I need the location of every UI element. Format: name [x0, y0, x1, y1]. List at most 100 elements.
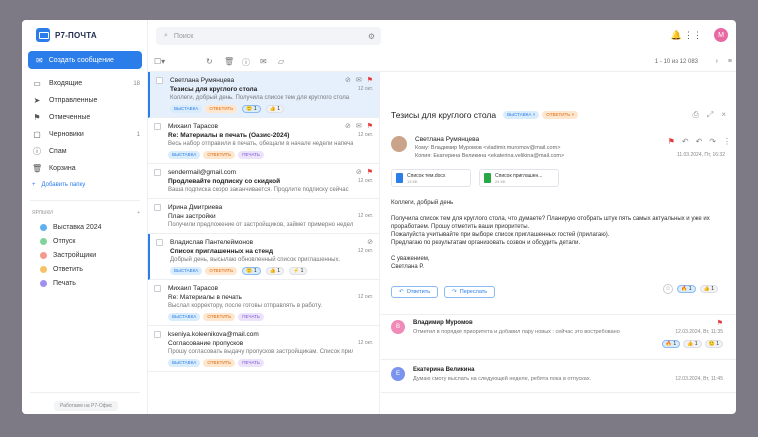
bell-icon[interactable]: 🔔 [671, 30, 682, 41]
sidebar-item-label: Спам [49, 148, 67, 155]
message-preview: Выслал корректору, после готовы отправля… [168, 303, 322, 309]
sender-name[interactable]: Светлана Румянцева [415, 136, 479, 143]
spam-icon[interactable]: ⓘ [242, 57, 250, 68]
message-preview: Получили предложение от застройщиков, за… [168, 222, 353, 228]
reading-toolbar: ⎙ ⤢ × [693, 110, 726, 120]
folder-icon[interactable]: ▱ [278, 57, 284, 66]
attachment-item[interactable]: Список приглашен... 24 КБ [479, 169, 559, 187]
row-checkbox[interactable] [154, 331, 161, 338]
flag-icon[interactable]: ⚑ [717, 319, 723, 327]
label-item[interactable]: Ответить [40, 262, 102, 276]
add-folder-button[interactable]: + Добавить папку [32, 182, 85, 188]
row-checkbox[interactable] [154, 123, 161, 130]
label-text: Застройщики [53, 251, 97, 259]
flag-icon[interactable]: ⚑ [367, 168, 373, 176]
tag: ОТВЕТИТЬ [203, 151, 236, 159]
flag-icon[interactable]: ⚑ [367, 76, 373, 84]
envelope-icon[interactable]: ✉ [356, 122, 362, 130]
message-sender: Владислав Пантелеймонов [170, 239, 254, 246]
label-color-dot [40, 237, 47, 245]
row-checkbox[interactable] [154, 204, 161, 211]
unread-count: 18 [133, 80, 140, 87]
recipient-line: Кому: Владимир Муромов <vladimir.muromov… [415, 145, 561, 151]
row-checkbox[interactable] [154, 169, 161, 176]
thread-reactions: 🔥 1 👍 1 🙂 1 [660, 340, 723, 348]
message-subject: Продлевайте подписку со скидкой [168, 178, 281, 185]
reaction-chip[interactable]: 🙂 1 [704, 340, 723, 348]
envelope-icon[interactable]: ✉ [356, 76, 362, 84]
divider [381, 359, 736, 360]
row-checkbox[interactable] [154, 285, 161, 292]
sidebar-item-trash[interactable]: 🗑 Корзина [30, 160, 142, 177]
reaction-chip[interactable]: 👍 1 [683, 340, 702, 348]
sidebar-item-spam[interactable]: ⓘ Спам [30, 143, 142, 160]
label-item[interactable]: Выставка 2024 [40, 220, 102, 234]
close-icon[interactable]: × [721, 110, 726, 120]
message-reactions: ☺ 🔥 1 👍 1 [663, 284, 718, 294]
filter-lines-icon[interactable]: ≡ [728, 58, 732, 65]
filter-icon[interactable]: ⚙ [368, 32, 375, 41]
label-item[interactable]: Отпуск [40, 234, 102, 248]
message-sender: Светлана Румянцева [170, 77, 235, 84]
top-bar: ⌕ Поиск ⚙ 🔔 ⋮⋮ М [148, 20, 736, 54]
reaction-chip[interactable]: 👍 1 [265, 267, 285, 275]
list-item[interactable]: Михаил Тарасов Re: Материалы в печать Вы… [148, 280, 379, 326]
label-text: Выставка 2024 [53, 223, 102, 231]
reaction-chip[interactable]: 🔥 1 [677, 285, 696, 293]
flag-icon[interactable]: ⚑ [367, 122, 373, 130]
add-label-icon[interactable]: + [137, 210, 140, 216]
search-input[interactable]: ⌕ Поиск ⚙ [156, 27, 381, 45]
sidebar-item-label: Входящие [49, 80, 83, 87]
list-item[interactable]: sendermail@gmail.com Продлевайте подписк… [148, 164, 379, 199]
message-date: 12 окт. [357, 86, 373, 92]
flag-icon[interactable]: ⚑ [668, 137, 675, 146]
sidebar-item-drafts[interactable]: ▢ Черновики 1 [30, 126, 142, 143]
row-checkbox[interactable] [156, 239, 163, 246]
row-checkbox[interactable] [156, 77, 163, 84]
list-item[interactable]: Светлана Румянцева Тезисы для круглого с… [148, 72, 379, 118]
tag-removable[interactable]: ВЫСТАВКА × [503, 111, 540, 119]
reply-button[interactable]: ↶ Ответить [391, 286, 439, 298]
mail-icon[interactable]: ✉ [260, 57, 267, 66]
compose-button[interactable]: ✉ Создать сообщение [28, 51, 142, 69]
reaction-chip[interactable]: ⚡ 1 [289, 267, 308, 275]
next-page-icon[interactable]: › [716, 58, 718, 65]
attachment-item[interactable]: Список тем.docx 13 КБ [391, 169, 471, 187]
more-icon[interactable]: ⋮ [723, 137, 731, 146]
print-icon[interactable]: ⎙ [693, 110, 699, 120]
flag-icon: ⚑ [33, 113, 41, 122]
list-item[interactable]: Михаил Тарасов Re: Материалы в печать (О… [148, 118, 379, 164]
trash-icon[interactable]: 🗑 [224, 57, 234, 66]
label-item[interactable]: Застройщики [40, 248, 102, 262]
forward-button[interactable]: ↷ Переслать [444, 286, 496, 298]
reaction-chip[interactable]: 👍 1 [265, 105, 285, 113]
footer-badge: Работаем на Р7-Офис [54, 401, 119, 411]
refresh-icon[interactable]: ↻ [206, 57, 213, 66]
sidebar-item-flagged[interactable]: ⚑ Отмеченные [30, 109, 142, 126]
select-all-checkbox[interactable]: ☐▾ [154, 57, 165, 66]
apps-grid-icon[interactable]: ⋮⋮ [684, 30, 702, 41]
compose-label: Создать сообщение [48, 56, 114, 64]
reaction-chip[interactable]: 🙂 1 [242, 267, 261, 275]
sidebar-item-inbox[interactable]: ▭ Входящие 18 [30, 75, 142, 92]
reaction-chip[interactable]: 👍 1 [699, 285, 718, 293]
list-item[interactable]: kseniya.koleenikova@mail.com Согласовани… [148, 326, 379, 372]
avatar[interactable]: М [714, 28, 728, 42]
label-color-dot [40, 251, 47, 259]
forward-icon[interactable]: ↷ [709, 137, 716, 146]
reaction-chip[interactable]: 🔥 1 [661, 340, 681, 348]
label-item[interactable]: Печать [40, 276, 102, 290]
reply-icon[interactable]: ↶ [682, 137, 689, 146]
app-logo[interactable]: Р7-ПОЧТА [36, 28, 97, 42]
reply-all-icon[interactable]: ↶ [696, 137, 703, 146]
message-sender: Ирина Дмитриева [168, 204, 223, 211]
forward-icon: ↷ [452, 289, 457, 295]
sidebar-item-sent[interactable]: ➤ Отправленные [30, 92, 142, 109]
tag-removable[interactable]: ОТВЕТИТЬ × [542, 111, 579, 119]
expand-icon[interactable]: ⤢ [707, 110, 713, 120]
message-icons: ⊘ [367, 238, 373, 246]
add-reaction-icon[interactable]: ☺ [663, 284, 674, 294]
list-item[interactable]: Ирина Дмитриева План застройки Получили … [148, 199, 379, 234]
reaction-chip[interactable]: 🙂 1 [242, 105, 261, 113]
list-item[interactable]: Владислав Пантелеймонов Список приглашен… [148, 234, 379, 280]
